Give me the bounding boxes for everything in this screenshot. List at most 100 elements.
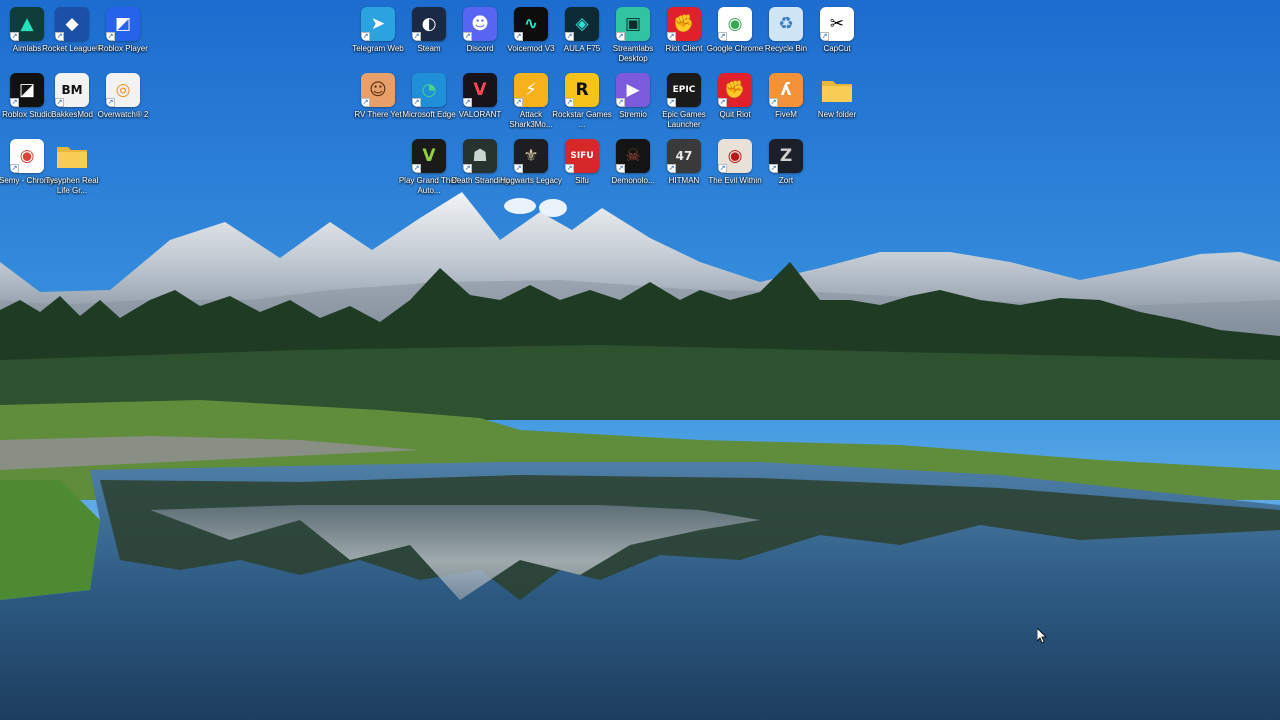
chrome-icon: ◉ ↗ xyxy=(718,7,752,41)
desktop-icon-google-chrome[interactable]: ◉ ↗ Google Chrome xyxy=(707,4,763,68)
gta-v-icon: V ↗ xyxy=(412,139,446,173)
shortcut-arrow-icon: ↗ xyxy=(769,164,778,173)
aimlabs-icon-glyph: ▲ xyxy=(20,13,34,34)
shortcut-arrow-icon: ↗ xyxy=(361,98,370,107)
desktop-icon-roblox-player[interactable]: ◩ ↗ Roblox Player xyxy=(96,4,150,68)
overwatch-icon-glyph: ◎ xyxy=(115,79,131,100)
desktop-icon-valorant[interactable]: V ↗ VALORANT xyxy=(453,70,507,134)
stremio-icon: ▶ ↗ xyxy=(616,73,650,107)
shortcut-arrow-icon: ↗ xyxy=(361,32,370,41)
voicemod-icon-glyph: ∿ xyxy=(523,13,539,34)
desktop-icon-capcut[interactable]: ✂ ↗ CapCut xyxy=(810,4,864,68)
fivem-icon-glyph: ʎ xyxy=(780,79,792,100)
telegram-icon: ➤ ↗ xyxy=(361,7,395,41)
desktop-icon-tysyphen[interactable]: Tysyphen Real Life Gr... xyxy=(45,136,99,200)
rockstar-icon-glyph: R xyxy=(575,79,589,100)
fivem-icon: ʎ ↗ xyxy=(769,73,803,107)
desktop-icon-death-stranding[interactable]: ☗ ↗ Death Stranding xyxy=(451,136,509,200)
riot-icon-glyph: ✊ xyxy=(724,79,746,100)
demonologist-icon-glyph: ☠ xyxy=(625,145,641,166)
hitman-icon-glyph: 47 xyxy=(675,149,693,163)
shortcut-arrow-icon: ↗ xyxy=(820,32,829,41)
desktop-icon-rv-there-yet[interactable]: ☺ ↗ RV There Yet xyxy=(351,70,405,134)
capcut-icon-glyph: ✂ xyxy=(829,13,845,34)
roblox-studio-icon-glyph: ◪ xyxy=(18,79,36,100)
steam-icon: ◐ ↗ xyxy=(412,7,446,41)
desktop-icon-aula[interactable]: ◈ ↗ AULA F75 xyxy=(555,4,609,68)
desktop-icon-fivem[interactable]: ʎ ↗ FiveM xyxy=(759,70,813,134)
shortcut-arrow-icon: ↗ xyxy=(463,98,472,107)
shortcut-arrow-icon: ↗ xyxy=(718,32,727,41)
desktop-icon-sifu[interactable]: SIFU ↗ Sifu xyxy=(555,136,609,200)
desktop-icon-new-folder[interactable]: New folder xyxy=(810,70,864,134)
the-evil-within-icon-glyph: ◉ xyxy=(727,145,743,166)
the-evil-within-icon: ◉ ↗ xyxy=(718,139,752,173)
desktop-icon-rocket-league[interactable]: ◆ ↗ Rocket League® xyxy=(42,4,102,68)
roblox-studio-icon: ◪ ↗ xyxy=(10,73,44,107)
mouse-cursor-icon xyxy=(1037,628,1047,644)
attack-shark-icon: ⚡ ↗ xyxy=(514,73,548,107)
shortcut-arrow-icon: ↗ xyxy=(616,98,625,107)
desktop-icon-hitman[interactable]: 47 ↗ HITMAN xyxy=(657,136,711,200)
shortcut-arrow-icon: ↗ xyxy=(10,98,19,107)
desktop-icon-label: Zort xyxy=(778,176,794,185)
desktop-icon-bakkesmod[interactable]: BM ↗ BakkesMod xyxy=(45,70,99,134)
desktop-icon-the-evil-within[interactable]: ◉ ↗ The Evil Within xyxy=(708,136,762,200)
sifu-icon: SIFU ↗ xyxy=(565,139,599,173)
shortcut-arrow-icon: ↗ xyxy=(514,32,523,41)
desktop-icon-area[interactable]: ▲ ↗ Aimlabs ◆ ↗ Rocket League® ◩ ↗ Roblox Player… xyxy=(0,0,1280,720)
overwatch-icon: ◎ ↗ xyxy=(106,73,140,107)
shortcut-arrow-icon: ↗ xyxy=(412,32,421,41)
bakkesmod-icon-glyph: BM xyxy=(61,83,83,97)
aimlabs-icon: ▲ ↗ xyxy=(10,7,44,41)
desktop-icon-label: Roblox Player xyxy=(98,44,148,53)
steam-icon-glyph: ◐ xyxy=(421,13,437,34)
shortcut-arrow-icon: ↗ xyxy=(463,32,472,41)
shortcut-arrow-icon: ↗ xyxy=(667,98,676,107)
aula-icon: ◈ ↗ xyxy=(565,7,599,41)
shortcut-arrow-icon: ↗ xyxy=(616,164,625,173)
desktop-icon-voicemod[interactable]: ∿ ↗ Voicemod V3 xyxy=(504,4,558,68)
edge-icon-glyph: ◔ xyxy=(421,79,437,100)
desktop-icon-gta-v[interactable]: V ↗ Play Grand Theft Auto... xyxy=(399,136,459,200)
desktop-icon-label: Tysyphen Real Life Gr... xyxy=(45,176,99,195)
recycle-bin-icon: ♻ xyxy=(769,7,803,41)
desktop-icon-steam[interactable]: ◐ ↗ Steam xyxy=(402,4,456,68)
attack-shark-icon-glyph: ⚡ xyxy=(525,79,537,100)
desktop-icon-recycle-bin[interactable]: ♻ Recycle Bin xyxy=(759,4,813,68)
rocket-league-icon: ◆ ↗ xyxy=(55,7,89,41)
valorant-icon: V ↗ xyxy=(463,73,497,107)
desktop-icon-hogwarts-legacy[interactable]: ⚜ ↗ Hogwarts Legacy xyxy=(500,136,562,200)
desktop-icon-zort[interactable]: Z ↗ Zort xyxy=(759,136,813,200)
shortcut-arrow-icon: ↗ xyxy=(565,98,574,107)
desktop-icon-discord[interactable]: ☻ ↗ Discord xyxy=(453,4,507,68)
desktop-icon-rockstar[interactable]: R ↗ Rockstar Games ... xyxy=(552,70,612,134)
shortcut-arrow-icon: ↗ xyxy=(55,98,64,107)
desktop-icon-epic-games[interactable]: EPIC ↗ Epic Games Launcher xyxy=(657,70,711,134)
voicemod-icon: ∿ ↗ xyxy=(514,7,548,41)
hitman-icon: 47 ↗ xyxy=(667,139,701,173)
shortcut-arrow-icon: ↗ xyxy=(412,98,421,107)
desktop-icon-attack-shark[interactable]: ⚡ ↗ Attack Shark3Mo... xyxy=(504,70,558,134)
sifu-icon-glyph: SIFU xyxy=(570,150,594,161)
shortcut-arrow-icon: ↗ xyxy=(718,164,727,173)
rockstar-icon: R ↗ xyxy=(565,73,599,107)
roblox-icon: ◩ ↗ xyxy=(106,7,140,41)
desktop-icon-quit-riot[interactable]: ✊ ↗ Quit Riot xyxy=(708,70,762,134)
desktop-icon-streamlabs[interactable]: ▣ ↗ Streamlabs Desktop xyxy=(606,4,660,68)
desktop-icon-stremio[interactable]: ▶ ↗ Stremio xyxy=(606,70,660,134)
chrome-icon-glyph: ◉ xyxy=(727,13,743,34)
rv-there-yet-icon-glyph: ☺ xyxy=(369,79,387,100)
desktop-icon-overwatch[interactable]: ◎ ↗ Overwatch® 2 xyxy=(96,70,150,134)
desktop-icon-riot-client[interactable]: ✊ ↗ Riot Client xyxy=(657,4,711,68)
death-stranding-icon-glyph: ☗ xyxy=(472,145,488,166)
folder-icon xyxy=(55,139,89,173)
desktop-icon-edge[interactable]: ◔ ↗ Microsoft Edge xyxy=(402,70,456,134)
death-stranding-icon: ☗ ↗ xyxy=(463,139,497,173)
desktop-icon-telegram[interactable]: ➤ ↗ Telegram Web xyxy=(351,4,405,68)
capcut-icon: ✂ ↗ xyxy=(820,7,854,41)
recycle-bin-icon-glyph: ♻ xyxy=(778,13,794,34)
epic-games-icon: EPIC ↗ xyxy=(667,73,701,107)
desktop-icon-demonologist[interactable]: ☠ ↗ Demonolo... xyxy=(606,136,660,200)
shortcut-arrow-icon: ↗ xyxy=(412,164,421,173)
